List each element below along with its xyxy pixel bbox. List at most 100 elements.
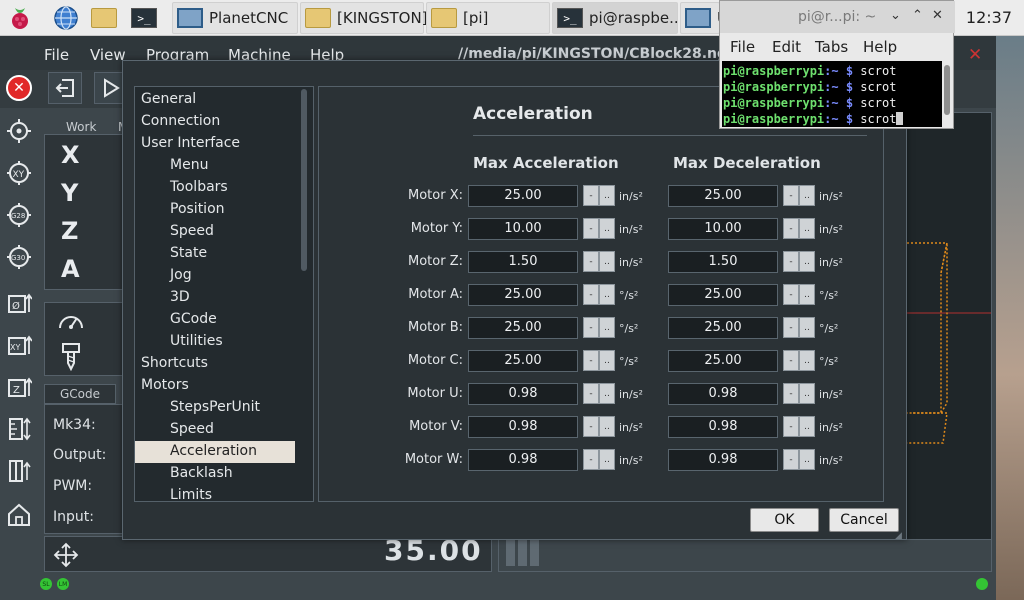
max-deceleration-field[interactable]: 1.50 [668, 251, 778, 273]
more-button[interactable]: .. [599, 383, 615, 404]
decrement-button[interactable]: - [783, 416, 799, 437]
decrement-button[interactable]: - [783, 284, 799, 305]
decrement-button[interactable]: - [583, 317, 599, 338]
more-button[interactable]: .. [599, 218, 615, 239]
terminal-scrollbar[interactable] [944, 65, 950, 115]
more-button[interactable]: .. [799, 350, 815, 371]
file-manager-icon[interactable] [90, 4, 118, 32]
home-icon[interactable] [4, 500, 34, 530]
deceleration-stepper[interactable]: -.. [783, 350, 815, 371]
g28-icon[interactable]: G28 [4, 200, 34, 230]
terminal-menu-help[interactable]: Help [863, 38, 897, 56]
terminal-titlebar[interactable]: pi@r...pi: ~ ⌄ ⌃ ✕ [720, 1, 955, 33]
max-deceleration-field[interactable]: 0.98 [668, 383, 778, 405]
max-deceleration-field[interactable]: 25.00 [668, 317, 778, 339]
acceleration-stepper[interactable]: -.. [583, 383, 615, 404]
max-acceleration-field[interactable]: 25.00 [468, 350, 578, 372]
axis-x-label[interactable]: X [61, 141, 80, 169]
max-acceleration-field[interactable]: 25.00 [468, 284, 578, 306]
max-acceleration-field[interactable]: 25.00 [468, 317, 578, 339]
acceleration-stepper[interactable]: -.. [583, 416, 615, 437]
more-button[interactable]: .. [799, 416, 815, 437]
max-deceleration-field[interactable]: 0.98 [668, 416, 778, 438]
decrement-button[interactable]: - [783, 317, 799, 338]
zero-xy-icon[interactable]: XY [4, 330, 34, 360]
raspberry-menu-icon[interactable] [6, 4, 34, 32]
deceleration-stepper[interactable]: -.. [783, 284, 815, 305]
tree-item[interactable]: Utilities [135, 331, 295, 353]
tab-gcode[interactable]: GCode [44, 384, 116, 404]
max-deceleration-field[interactable]: 25.00 [668, 284, 778, 306]
menu-view[interactable]: View [90, 46, 126, 64]
move-icon[interactable] [53, 542, 79, 572]
emergency-stop-button[interactable]: ✕ [6, 75, 32, 101]
more-button[interactable]: .. [799, 317, 815, 338]
xy-target-icon[interactable]: XY [4, 158, 34, 188]
taskbar-pi-folder[interactable]: [pi] [426, 2, 550, 34]
open-file-button[interactable] [48, 72, 82, 104]
tree-item[interactable]: User Interface [135, 133, 295, 155]
tree-item[interactable]: Jog [135, 265, 295, 287]
acceleration-stepper[interactable]: -.. [583, 251, 615, 272]
max-acceleration-field[interactable]: 0.98 [468, 416, 578, 438]
speedometer-icon[interactable] [57, 309, 85, 335]
web-browser-icon[interactable] [52, 4, 80, 32]
taskbar-u-window[interactable]: U [680, 2, 728, 34]
decrement-button[interactable]: - [583, 185, 599, 206]
cancel-button[interactable]: Cancel [829, 508, 899, 532]
more-button[interactable]: .. [599, 284, 615, 305]
minimize-icon[interactable]: ⌄ [890, 8, 901, 23]
decrement-button[interactable]: - [583, 251, 599, 272]
more-button[interactable]: .. [799, 218, 815, 239]
deceleration-stepper[interactable]: -.. [783, 449, 815, 470]
max-deceleration-field[interactable]: 25.00 [668, 350, 778, 372]
more-button[interactable]: .. [799, 284, 815, 305]
tree-item[interactable]: Shortcuts [135, 353, 295, 375]
more-button[interactable]: .. [599, 416, 615, 437]
max-deceleration-field[interactable]: 25.00 [668, 185, 778, 207]
close-icon[interactable]: ✕ [932, 8, 943, 23]
max-deceleration-field[interactable]: 10.00 [668, 218, 778, 240]
max-acceleration-field[interactable]: 0.98 [468, 383, 578, 405]
tree-item[interactable]: Acceleration [135, 441, 295, 463]
resize-grip-icon[interactable]: ◢ [895, 531, 902, 541]
more-button[interactable]: .. [599, 185, 615, 206]
terminal-menu-edit[interactable]: Edit [772, 38, 801, 56]
more-button[interactable]: .. [799, 185, 815, 206]
tree-item[interactable]: Speed [135, 419, 295, 441]
close-icon[interactable]: ✕ [968, 45, 982, 65]
menu-file[interactable]: File [44, 46, 69, 64]
spindle-icon[interactable] [61, 343, 81, 375]
acceleration-stepper[interactable]: -.. [583, 284, 615, 305]
tree-item[interactable]: Speed [135, 221, 295, 243]
tree-item[interactable]: Toolbars [135, 177, 295, 199]
terminal-menu-file[interactable]: File [730, 38, 755, 56]
more-button[interactable]: .. [799, 383, 815, 404]
maximize-icon[interactable]: ⌃ [912, 8, 923, 23]
acceleration-stepper[interactable]: -.. [583, 350, 615, 371]
max-acceleration-field[interactable]: 25.00 [468, 185, 578, 207]
decrement-button[interactable]: - [583, 383, 599, 404]
more-button[interactable]: .. [799, 449, 815, 470]
taskbar-planetcnc[interactable]: PlanetCNC [172, 2, 298, 34]
max-acceleration-field[interactable]: 1.50 [468, 251, 578, 273]
tree-item[interactable]: Position [135, 199, 295, 221]
decrement-button[interactable]: - [783, 383, 799, 404]
acceleration-stepper[interactable]: -.. [583, 317, 615, 338]
tab-work[interactable]: Work [66, 120, 96, 134]
tree-item[interactable]: StepsPerUnit [135, 397, 295, 419]
taskbar-kingston[interactable]: [KINGSTON] [300, 2, 428, 34]
terminal-launcher-icon[interactable]: >_ [130, 4, 158, 32]
decrement-button[interactable]: - [783, 218, 799, 239]
axis-a-label[interactable]: A [61, 255, 80, 283]
deceleration-stepper[interactable]: -.. [783, 383, 815, 404]
deceleration-stepper[interactable]: -.. [783, 185, 815, 206]
deceleration-stepper[interactable]: -.. [783, 218, 815, 239]
terminal-menu-tabs[interactable]: Tabs [815, 38, 848, 56]
tree-item[interactable]: Limits [135, 485, 295, 501]
deceleration-stepper[interactable]: -.. [783, 317, 815, 338]
decrement-button[interactable]: - [583, 284, 599, 305]
acceleration-stepper[interactable]: -.. [583, 185, 615, 206]
terminal-output[interactable]: pi@raspberrypi:~ $ scrot pi@raspberrypi:~… [722, 61, 942, 127]
decrement-button[interactable]: - [583, 350, 599, 371]
